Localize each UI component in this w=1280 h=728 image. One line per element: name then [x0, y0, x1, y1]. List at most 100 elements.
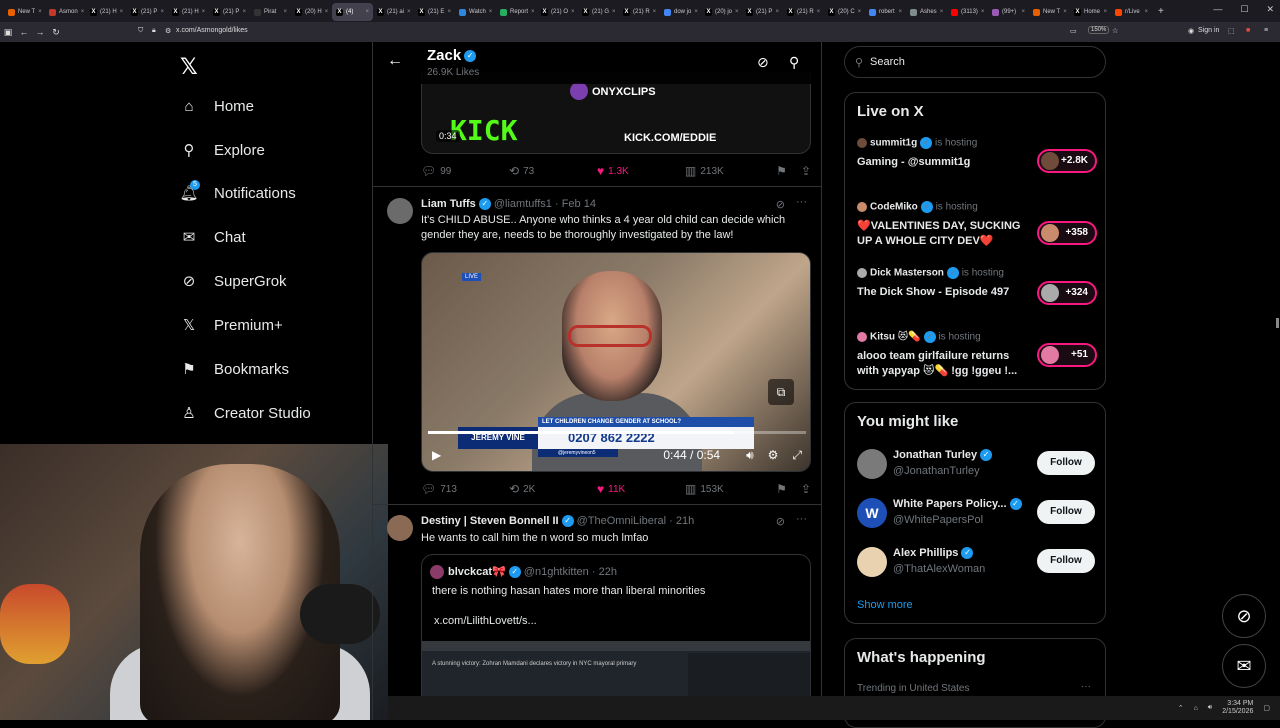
browser-tab[interactable]: X (21) E × [414, 3, 455, 21]
browser-tab[interactable]: X (21) H × [168, 3, 209, 21]
browser-tab[interactable]: Asmon × [45, 3, 86, 21]
close-tab-icon[interactable]: × [365, 9, 369, 15]
browser-tab[interactable]: Watch × [455, 3, 496, 21]
live-listener-pill[interactable]: +2.8K [1037, 149, 1097, 173]
settings-icon[interactable]: ⚙ [768, 448, 779, 462]
browser-tab[interactable]: Ashes × [906, 3, 947, 21]
video-clip[interactable]: ONYXCLIPS KICK KICK.COM/EDDIE 0:34 [421, 72, 811, 154]
volume-icon[interactable]: 🔊︎ [746, 448, 754, 463]
browser-tab[interactable]: X Home × [1070, 3, 1111, 21]
bookmark-star-icon[interactable]: ☆ [1112, 27, 1118, 35]
follow-suggestion[interactable]: W White Papers Policy... ✓ @WhitePapersPol F… [857, 498, 1097, 542]
views-button[interactable]: ▥ 213K [685, 164, 773, 178]
picture-in-picture-icon[interactable]: ⧉ [768, 379, 794, 405]
close-tab-icon[interactable]: × [940, 9, 944, 15]
browser-tab[interactable]: New T × [4, 3, 45, 21]
nav-item-premium[interactable]: 𝕏 Premium+ [180, 316, 283, 335]
nav-item-creator-studio[interactable]: ♙ Creator Studio [180, 404, 310, 423]
speaker-icon[interactable]: 🔊︎ [1208, 704, 1212, 712]
follow-button[interactable]: Follow [1037, 451, 1095, 475]
live-item[interactable]: Dick Masterson ✓ is hosting The Dick Show … [857, 267, 1097, 305]
browser-tab[interactable]: Report × [496, 3, 537, 21]
more-icon[interactable]: ··· [796, 513, 807, 525]
tray-chevron-icon[interactable]: ⌃ [1178, 704, 1184, 712]
sidebar-toggle-icon[interactable]: ▣ [0, 27, 16, 38]
close-tab-icon[interactable]: × [981, 9, 985, 15]
follow-button[interactable]: Follow [1037, 549, 1095, 573]
browser-tab[interactable]: X (21) P × [742, 3, 783, 21]
follow-suggestion[interactable]: Jonathan Turley ✓ @JonathanTurley Follow [857, 449, 1097, 493]
close-tab-icon[interactable]: × [202, 9, 206, 15]
suggestion-name[interactable]: Alex Phillips [893, 547, 958, 559]
messages-fab-icon[interactable]: ✉ [1222, 644, 1266, 688]
search-icon[interactable]: ⚲ [789, 54, 799, 71]
browser-tab[interactable]: Pirat × [250, 3, 291, 21]
live-listener-pill[interactable]: +324 [1037, 281, 1097, 305]
network-icon[interactable]: ⌂ [1194, 705, 1198, 712]
close-tab-icon[interactable]: × [1021, 9, 1025, 15]
live-item[interactable]: summit1g ✓ is hosting Gaming - @summit1g +2… [857, 137, 1097, 173]
url-field[interactable]: x.com/Asmongold/likes [176, 27, 248, 34]
close-tab-icon[interactable]: × [612, 9, 616, 15]
suggestion-name[interactable]: Jonathan Turley [893, 449, 977, 461]
minimize-icon[interactable]: — [1213, 4, 1222, 15]
author-handle[interactable]: @TheOmniLiberal [577, 515, 666, 527]
tweet-date[interactable]: · Feb 14 [555, 198, 596, 210]
extensions-icon[interactable]: ⬚ [1228, 27, 1235, 35]
nav-item-bookmarks[interactable]: ⚑ Bookmarks [180, 360, 289, 379]
close-window-icon[interactable]: ✕ [1266, 4, 1274, 15]
close-tab-icon[interactable]: × [407, 9, 411, 15]
close-tab-icon[interactable]: × [858, 9, 862, 15]
close-tab-icon[interactable]: × [735, 9, 739, 15]
permissions-icon[interactable]: ⚙ [165, 27, 171, 35]
clock[interactable]: 3:34 PM 2/15/2026 [1222, 700, 1253, 716]
close-tab-icon[interactable]: × [1103, 9, 1107, 15]
avatar[interactable] [387, 515, 413, 541]
reader-icon[interactable]: ▭ [1070, 27, 1077, 35]
browser-tab[interactable]: dow jo × [660, 3, 701, 21]
menu-icon[interactable]: ≡ [1264, 27, 1268, 34]
follow-suggestion[interactable]: Alex Phillips ✓ @ThatAlexWoman Follow [857, 547, 1097, 591]
nav-item-supergrok[interactable]: ⊘ SuperGrok [180, 272, 287, 291]
browser-tab[interactable]: X (21) P × [127, 3, 168, 21]
browser-tab[interactable]: X (20) H × [291, 3, 332, 21]
author-name[interactable]: Liam Tuffs [421, 198, 476, 210]
quoted-tweet[interactable]: blvckcat🎀 ✓ @n1ghtkitten · 22h there is n… [421, 554, 811, 714]
live-listener-pill[interactable]: +51 [1037, 343, 1097, 367]
browser-tab[interactable]: X (4) × [332, 3, 373, 21]
video-player[interactable]: LIVE ⧉ LET CHILDREN CHANGE GENDER AT SCH… [421, 252, 811, 472]
live-listener-pill[interactable]: +358 [1037, 221, 1097, 245]
browser-tab[interactable]: X (20) jo × [701, 3, 742, 21]
follow-button[interactable]: Follow [1037, 500, 1095, 524]
trend-more-icon[interactable]: ··· [1081, 681, 1091, 692]
sign-in-link[interactable]: Sign in [1198, 27, 1219, 34]
browser-tab[interactable]: X (20) C × [824, 3, 865, 21]
close-tab-icon[interactable]: × [81, 9, 85, 15]
close-tab-icon[interactable]: × [775, 9, 779, 15]
shield-icon[interactable]: ⛉ [138, 27, 143, 35]
close-tab-icon[interactable]: × [325, 9, 329, 15]
video-progress-bar[interactable] [428, 431, 806, 434]
browser-tab[interactable]: r/Live × [1111, 3, 1152, 21]
back-arrow-icon[interactable]: ← [387, 52, 403, 70]
browser-tab[interactable]: X (21) P × [209, 3, 250, 21]
quote-link[interactable]: x.com/LilithLovett/s... [434, 615, 537, 627]
browser-tab[interactable]: X (21) G × [578, 3, 619, 21]
new-tab-icon[interactable]: + [1158, 6, 1164, 17]
forward-icon[interactable]: → [32, 27, 48, 37]
nav-item-notifications[interactable]: 🔔︎ Notifications 5 [179, 180, 296, 202]
reply-button[interactable]: 💬︎ 99 [421, 164, 509, 178]
play-icon[interactable]: ▶ [432, 448, 441, 462]
close-tab-icon[interactable]: × [531, 9, 535, 15]
close-tab-icon[interactable]: × [242, 9, 246, 15]
browser-tab[interactable]: X (21) H × [86, 3, 127, 21]
bookmark-icon[interactable]: ⚑ [776, 164, 787, 178]
fullscreen-icon[interactable]: ⤢ [792, 448, 802, 463]
maximize-icon[interactable]: ☐ [1240, 4, 1248, 15]
browser-tab[interactable]: X (21) R × [783, 3, 824, 21]
live-item[interactable]: Kitsu 😻💊 ✓ is hosting alooo team girlfailu… [857, 331, 1097, 379]
avatar[interactable] [857, 547, 887, 577]
close-tab-icon[interactable]: × [38, 9, 42, 15]
grok-fab-icon[interactable]: ⊘ [1222, 594, 1266, 638]
grok-icon[interactable]: ⊘ [757, 54, 769, 71]
